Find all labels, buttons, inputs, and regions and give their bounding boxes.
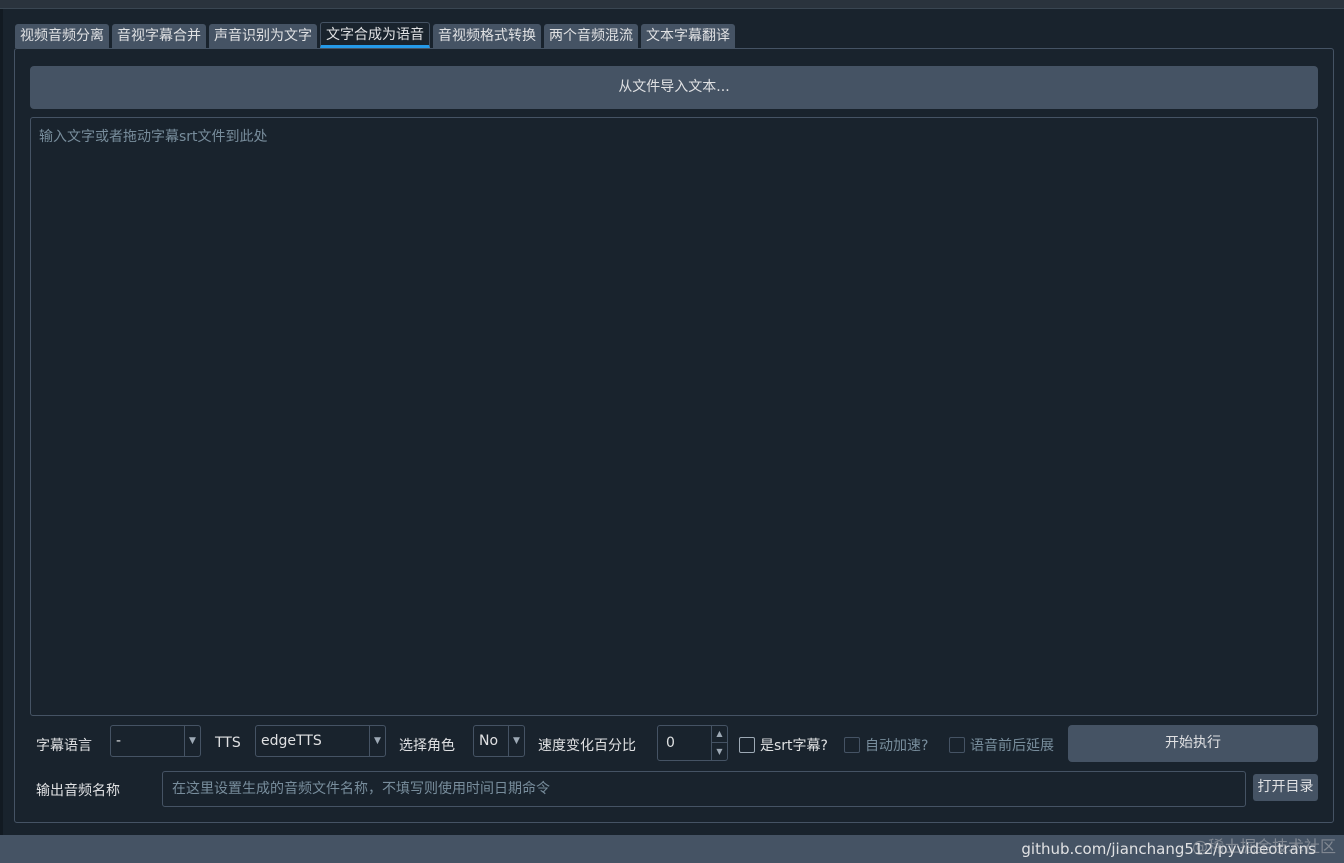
subtitle-language-value: - [116, 733, 122, 749]
tab-speech-to-text[interactable]: 声音识别为文字 [209, 24, 317, 48]
voice-role-value: No [479, 733, 499, 749]
window-top-bar [0, 0, 1344, 9]
speed-percent-value: 0 [666, 735, 675, 751]
tts-select[interactable]: edgeTTS ▼ [255, 725, 386, 757]
status-bar: github.com/jianchang512/pyvideotrans [0, 835, 1344, 863]
checkbox-box[interactable] [844, 737, 860, 753]
output-audio-name-input[interactable]: 在这里设置生成的音频文件名称，不填写则使用时间日期命令 [162, 771, 1246, 807]
voice-role-label: 选择角色 [399, 738, 455, 754]
import-text-button[interactable]: 从文件导入文本... [30, 66, 1318, 109]
voice-role-select[interactable]: No ▼ [473, 725, 525, 757]
is-srt-checkbox[interactable]: 是srt字幕? [739, 735, 828, 755]
text-input-area[interactable]: 输入文字或者拖动字幕srt文件到此处 [30, 117, 1318, 716]
spin-down-icon[interactable]: ▼ [711, 743, 727, 760]
chevron-down-icon: ▼ [508, 726, 524, 756]
output-audio-name-label: 输出音频名称 [36, 783, 120, 799]
speed-percent-spinbox[interactable]: 0 ▲ ▼ [657, 725, 728, 761]
tab-bar: 视频音频分离 音视字幕合并 声音识别为文字 文字合成为语音 音视频格式转换 两个… [15, 22, 735, 48]
voice-extend-checkbox[interactable]: 语音前后延展 [949, 735, 1054, 755]
is-srt-label: 是srt字幕? [760, 738, 828, 754]
tab-video-audio-separate[interactable]: 视频音频分离 [15, 24, 109, 48]
text-input-placeholder: 输入文字或者拖动字幕srt文件到此处 [39, 129, 268, 145]
tab-format-convert[interactable]: 音视频格式转换 [433, 24, 541, 48]
speed-percent-label: 速度变化百分比 [538, 738, 636, 754]
tts-value: edgeTTS [261, 733, 322, 749]
auto-speed-checkbox[interactable]: 自动加速? [844, 735, 928, 755]
start-button[interactable]: 开始执行 [1068, 725, 1318, 762]
chevron-down-icon: ▼ [184, 726, 200, 756]
tab-audio-mix[interactable]: 两个音频混流 [544, 24, 638, 48]
auto-speed-label: 自动加速? [865, 738, 929, 754]
open-directory-button[interactable]: 打开目录 [1253, 774, 1318, 801]
output-audio-name-placeholder: 在这里设置生成的音频文件名称，不填写则使用时间日期命令 [172, 781, 550, 797]
tts-label: TTS [215, 735, 241, 751]
window-left-edge [0, 9, 3, 835]
subtitle-language-select[interactable]: - ▼ [110, 725, 201, 757]
chevron-down-icon: ▼ [369, 726, 385, 756]
watermark: @稀土掘金技术社区 [1191, 837, 1336, 856]
tab-text-to-speech[interactable]: 文字合成为语音 [320, 22, 430, 48]
subtitle-language-label: 字幕语言 [36, 738, 92, 754]
checkbox-box[interactable] [949, 737, 965, 753]
voice-extend-label: 语音前后延展 [970, 738, 1054, 754]
tab-subtitle-translate[interactable]: 文本字幕翻译 [641, 24, 735, 48]
tab-av-subtitle-merge[interactable]: 音视字幕合并 [112, 24, 206, 48]
checkbox-box[interactable] [739, 737, 755, 753]
